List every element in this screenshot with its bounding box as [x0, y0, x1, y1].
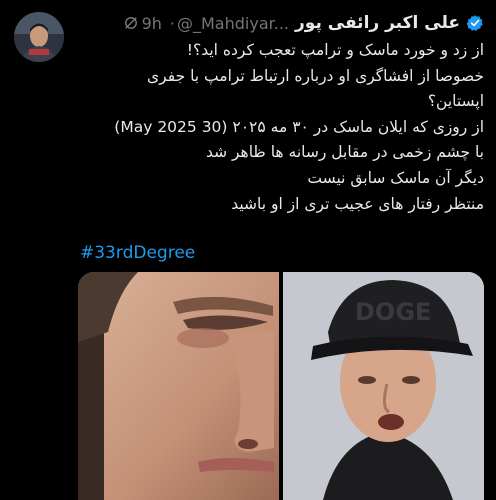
tweet-text: از زد و خورد ماسک و ترامپ تعجب کرده اید؟… — [79, 38, 484, 217]
cap-text: DOGE — [355, 298, 431, 326]
tweet-line: از روزی که ایلان ماسک در ۳۰ مه ۲۰۲۵ (May… — [114, 117, 484, 136]
tweet-line: منتظر رفتار های عجیب تری از او باشید — [231, 194, 484, 213]
author-handle[interactable]: @_Mahdiyar... — [177, 14, 289, 33]
cap-portrait-photo[interactable]: DOGE — [283, 272, 484, 500]
tweet-header: 9h · @_Mahdiyar... علی اکبر رائفی پور — [122, 10, 484, 36]
avatar[interactable] — [14, 12, 64, 62]
author-name[interactable]: علی اکبر رائفی پور — [295, 13, 460, 33]
closeup-face-photo[interactable] — [78, 272, 279, 500]
tweet-media[interactable]: DOGE — [78, 272, 484, 500]
tweet-line: اپستاین؟ — [427, 92, 484, 111]
tweet-time[interactable]: 9h — [142, 14, 162, 33]
hashtag-link[interactable]: #33rdDegree — [80, 243, 195, 263]
verified-badge-icon — [466, 15, 483, 31]
tweet-line: از زد و خورد ماسک و ترامپ تعجب کرده اید؟… — [186, 41, 484, 59]
tweet-line: دیگر آن ماسک سابق نیست — [307, 168, 484, 187]
mute-icon[interactable] — [122, 14, 140, 32]
tweet-line: خصوصا از افشاگری او درباره ارتباط ترامپ … — [147, 66, 484, 85]
separator-dot: · — [169, 13, 175, 33]
tweet-line: با چشم زخمی در مقابل رسانه ها ظاهر شد — [205, 143, 484, 162]
